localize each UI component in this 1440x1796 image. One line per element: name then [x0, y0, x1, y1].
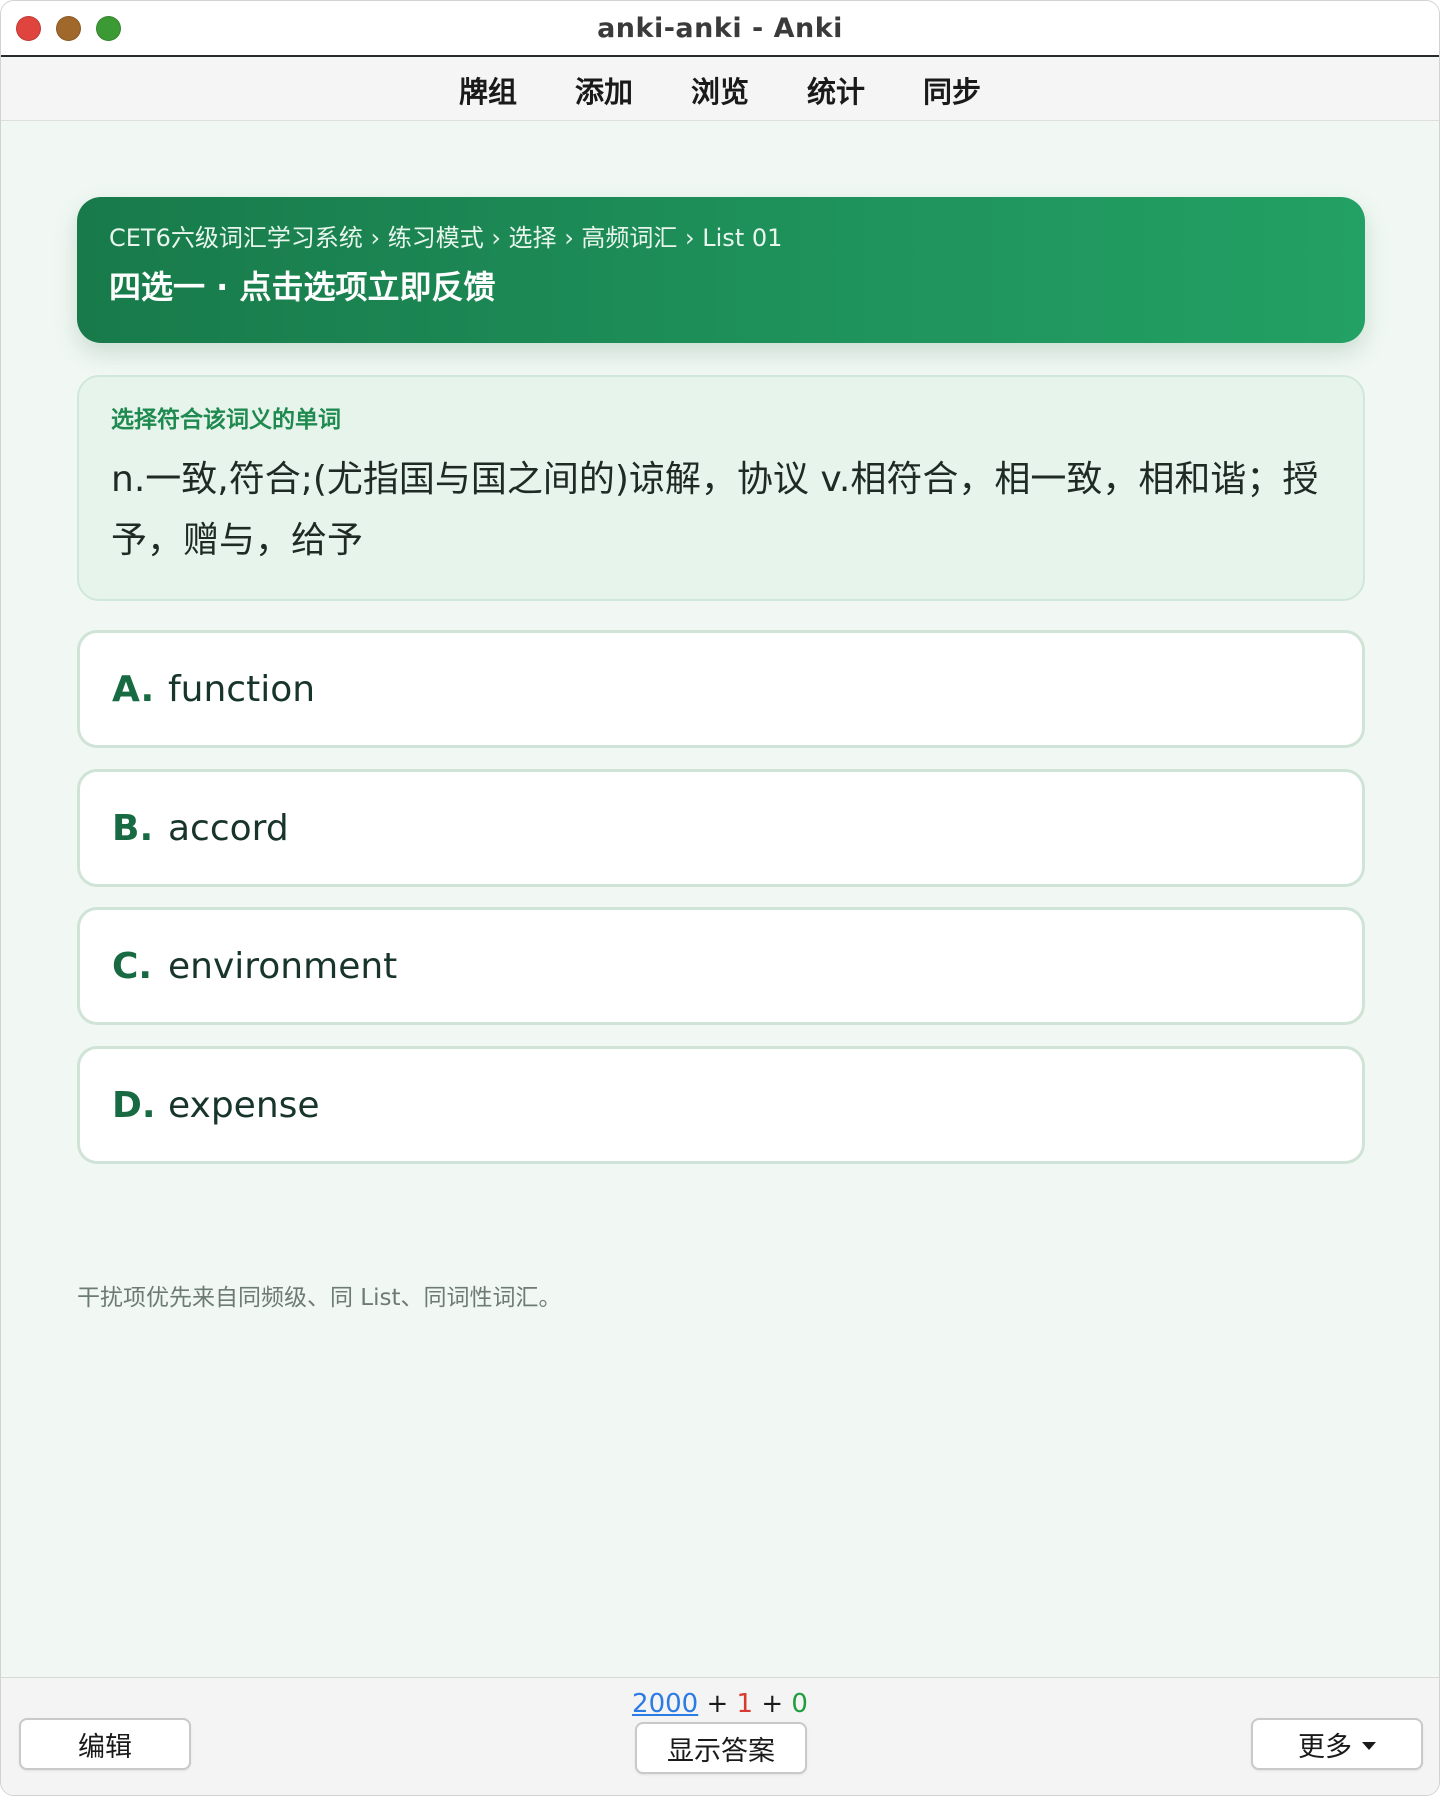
show-answer-label: 显示答案 [667, 1735, 775, 1767]
option-b[interactable]: B. accord [77, 769, 1365, 887]
quiz-mode-title: 四选一 · 点击选项立即反馈 [109, 268, 496, 306]
bottom-bar: 2000 + 1 + 0 编辑 显示答案 更多 [1, 1677, 1439, 1795]
toolbar-decks[interactable]: 牌组 [430, 69, 546, 111]
edit-button-label: 编辑 [78, 1731, 132, 1763]
main-toolbar: 牌组 添加 浏览 统计 同步 [1, 59, 1439, 121]
definition-text: n.一致,符合;(尤指国与国之间的)谅解，协议 v.相符合，相一致，相和谐；授予… [111, 459, 1319, 561]
close-window-button[interactable] [16, 16, 41, 41]
quiz-header: CET6六级词汇学习系统 › 练习模式 › 选择 › 高频词汇 › List 0… [77, 197, 1365, 343]
option-d[interactable]: D. expense [77, 1046, 1365, 1164]
plus-sign: + [706, 1689, 729, 1719]
toolbar-sync[interactable]: 同步 [894, 69, 1010, 111]
option-letter: B. [112, 807, 154, 849]
learn-count: 1 [736, 1689, 754, 1719]
plus-sign: + [761, 1689, 784, 1719]
more-button-label: 更多 [1298, 1731, 1352, 1763]
option-a[interactable]: A. function [77, 630, 1365, 748]
option-word: expense [168, 1084, 320, 1126]
title-bar: anki-anki - Anki [1, 1, 1439, 57]
option-word: environment [168, 945, 398, 987]
card-content: CET6六级词汇学习系统 › 练习模式 › 选择 › 高频词汇 › List 0… [1, 121, 1439, 1677]
zoom-window-button[interactable] [96, 16, 121, 41]
definition-card: 选择符合该词义的单词 n.一致,符合;(尤指国与国之间的)谅解，协议 v.相符合… [77, 375, 1365, 601]
option-letter: A. [112, 668, 155, 710]
caret-down-icon [1362, 1742, 1376, 1750]
option-letter: D. [112, 1084, 156, 1126]
breadcrumb: CET6六级词汇学习系统 › 练习模式 › 选择 › 高频词汇 › List 0… [109, 224, 783, 252]
question-prompt: 选择符合该词义的单词 [111, 407, 341, 433]
due-counts: 2000 + 1 + 0 [1, 1688, 1439, 1720]
option-c[interactable]: C. environment [77, 907, 1365, 1025]
more-button[interactable]: 更多 [1251, 1718, 1423, 1770]
option-word: function [168, 668, 316, 710]
show-answer-button[interactable]: 显示答案 [635, 1722, 807, 1774]
edit-button[interactable]: 编辑 [19, 1718, 191, 1770]
new-count[interactable]: 2000 [632, 1689, 698, 1719]
review-count: 0 [791, 1689, 808, 1719]
window-title: anki-anki - Anki [597, 12, 843, 44]
option-letter: C. [112, 945, 153, 987]
anki-window: anki-anki - Anki 牌组 添加 浏览 统计 同步 CET6六级词汇… [0, 0, 1440, 1796]
toolbar-stats[interactable]: 统计 [778, 69, 894, 111]
option-word: accord [168, 807, 289, 849]
minimize-window-button[interactable] [56, 16, 81, 41]
toolbar-add[interactable]: 添加 [546, 69, 662, 111]
toolbar-browse[interactable]: 浏览 [662, 69, 778, 111]
distractor-note: 干扰项优先来自同频级、同 List、同词性词汇。 [77, 1285, 562, 1311]
